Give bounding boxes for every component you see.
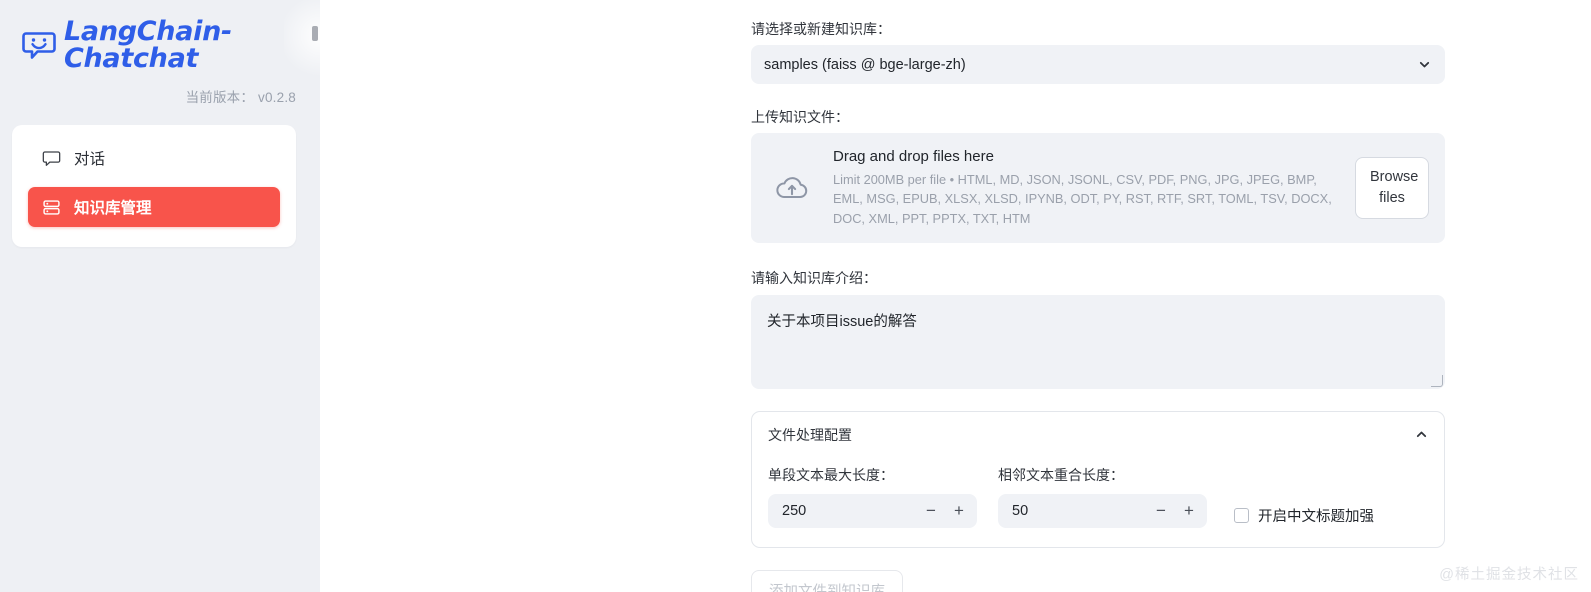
sidebar-collapse-handle[interactable] xyxy=(312,26,318,41)
dropzone-title: Drag and drop files here xyxy=(833,147,994,165)
kb-intro-textarea[interactable]: 关于本项目issue的解答 xyxy=(751,294,1445,389)
database-icon xyxy=(42,198,61,217)
chat-bubble-icon xyxy=(42,149,61,168)
chunk-overlap-field: 相邻文本重合长度： 50 − + xyxy=(998,465,1207,528)
cloud-upload-icon xyxy=(773,169,811,207)
chunk-size-stepper[interactable]: 250 − + xyxy=(768,493,977,528)
chat-smiley-icon xyxy=(22,28,56,62)
file-processing-config-expander: 文件处理配置 单段文本最大长度： 250 − + 相邻文本重合长度： 50 − … xyxy=(751,410,1445,548)
zh-title-enhance-label: 开启中文标题加强 xyxy=(1258,508,1374,525)
kb-intro-label: 请输入知识库介绍： xyxy=(751,270,877,287)
chunk-overlap-stepper[interactable]: 50 − + xyxy=(998,493,1207,528)
chunk-size-label: 单段文本最大长度： xyxy=(768,466,894,483)
chunk-overlap-decrement-button[interactable]: − xyxy=(1147,497,1175,525)
file-upload-label: 上传知识文件： xyxy=(751,109,849,126)
sidebar-item-label-knowledge-base: 知识库管理 xyxy=(74,200,152,217)
sidebar: LangChain-Chatchat 当前版本： v0.2.8 对话 知识库管理 xyxy=(0,0,344,592)
sidebar-item-knowledge-base[interactable]: 知识库管理 xyxy=(28,187,280,227)
sidebar-item-label-chat: 对话 xyxy=(74,151,106,168)
chunk-size-decrement-button[interactable]: − xyxy=(917,497,945,525)
expander-body: 单段文本最大长度： 250 − + 相邻文本重合长度： 50 − + 开启中文标… xyxy=(768,465,1428,528)
knowledge-base-form: 请选择或新建知识库： samples (faiss @ bge-large-zh… xyxy=(751,0,1445,592)
expander-header[interactable]: 文件处理配置 xyxy=(768,425,1428,449)
kb-select-value: samples (faiss @ bge-large-zh) xyxy=(764,56,966,73)
main-content: 请选择或新建知识库： samples (faiss @ bge-large-zh… xyxy=(320,0,1591,592)
add-files-to-kb-button[interactable]: 添加文件到知识库 xyxy=(751,569,903,592)
version-label: 当前版本： v0.2.8 xyxy=(185,90,296,105)
zh-title-enhance-checkbox[interactable]: 开启中文标题加强 xyxy=(1234,505,1374,526)
kb-select[interactable]: samples (faiss @ bge-large-zh) xyxy=(751,45,1445,85)
chevron-up-icon[interactable] xyxy=(1415,428,1428,441)
app-root: LangChain-Chatchat 当前版本： v0.2.8 对话 知识库管理… xyxy=(0,0,1591,592)
sidebar-item-chat[interactable]: 对话 xyxy=(28,139,280,177)
app-logo: LangChain-Chatchat xyxy=(0,0,320,72)
app-title: LangChain-Chatchat xyxy=(64,16,232,74)
kb-select-label: 请选择或新建知识库： xyxy=(751,21,891,37)
chunk-overlap-value[interactable]: 50 xyxy=(1012,503,1147,519)
chunk-size-increment-button[interactable]: + xyxy=(945,497,973,525)
kb-intro-value: 关于本项目issue的解答 xyxy=(767,313,917,330)
chunk-overlap-label: 相邻文本重合长度： xyxy=(998,466,1124,483)
dropzone-limits: Limit 200MB per file • HTML, MD, JSON, J… xyxy=(833,171,1332,227)
textarea-resize-handle[interactable] xyxy=(1431,374,1443,387)
sidebar-nav: 对话 知识库管理 xyxy=(12,125,296,247)
chevron-down-icon xyxy=(1418,58,1431,71)
chunk-size-field: 单段文本最大长度： 250 − + xyxy=(768,465,977,528)
expander-title: 文件处理配置 xyxy=(768,426,852,443)
checkbox-box-icon[interactable] xyxy=(1234,507,1249,523)
chunk-size-value[interactable]: 250 xyxy=(782,503,917,519)
dropzone-text: Drag and drop files here Limit 200MB per… xyxy=(833,148,1339,229)
browse-files-button[interactable]: Browse files xyxy=(1355,157,1429,220)
chunk-overlap-increment-button[interactable]: + xyxy=(1175,497,1203,525)
watermark: @稀土掘金技术社区 xyxy=(1439,567,1579,583)
file-dropzone[interactable]: Drag and drop files here Limit 200MB per… xyxy=(751,133,1445,244)
